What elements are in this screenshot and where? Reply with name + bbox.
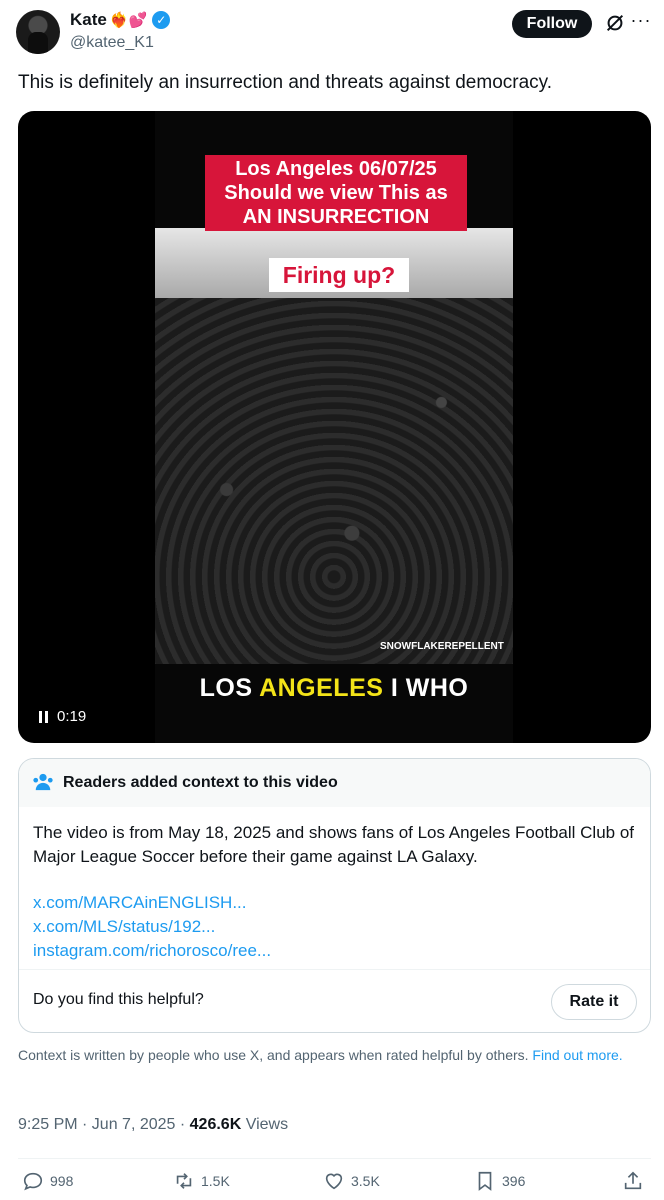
reply-icon [23,1172,43,1191]
views-label: Views [241,1116,289,1133]
bookmark-count: 396 [502,1173,526,1189]
community-note: Readers added context to this video The … [18,758,651,1033]
video-bottom-title-part1: LOS [199,674,253,702]
display-name[interactable]: Kate [70,10,107,30]
tweet-text: This is definitely an insurrection and t… [18,72,553,93]
verified-badge-icon: ✓ [152,11,171,29]
more-options-icon[interactable]: ··· [630,10,652,32]
video-overlay-label: Firing up? [269,258,409,292]
share-icon [624,1171,642,1190]
like-button[interactable]: 3.5K [323,1170,380,1192]
video-bottom-title-part2: ANGELES [259,674,384,702]
follow-button[interactable]: Follow [512,10,592,38]
share-button[interactable] [622,1170,644,1192]
community-note-header: Readers added context to this video [19,759,650,807]
tweet-time[interactable]: 9:25 PM · Jun 7, 2025 · [18,1116,190,1133]
context-text: Context is written by people who use X, … [18,1047,529,1063]
find-out-more-link[interactable]: Find out more. [532,1047,622,1063]
helpful-question: Do you find this helpful? [33,991,204,1008]
repost-count: 1.5K [201,1173,230,1189]
people-icon [33,773,53,791]
video-bottom-title-part3: I WHO [390,674,469,702]
reply-count: 998 [50,1173,74,1189]
video-frame: Los Angeles 06/07/25 Should we view This… [155,111,513,743]
handle[interactable]: @katee_K1 [70,34,154,52]
avatar[interactable] [16,10,60,54]
divider [19,969,650,970]
video-watermark: SNOWFLAKEREPELLENT [380,641,504,652]
video-bottom-title: LOS ANGELES I WHO [155,674,513,703]
name-emojis: ❤️‍🔥💕 [109,12,148,29]
like-count: 3.5K [351,1173,380,1189]
repost-icon [176,1173,192,1189]
divider [18,1158,651,1159]
bookmark-icon [478,1171,492,1191]
reply-button[interactable]: 998 [22,1170,73,1192]
name-row: Kate ❤️‍🔥💕 ✓ [70,10,171,30]
repost-button[interactable]: 1.5K [173,1170,230,1192]
tweet-header: Kate ❤️‍🔥💕 ✓ @katee_K1 Follow ··· [16,8,652,56]
rate-it-button[interactable]: Rate it [551,984,637,1020]
video-player[interactable]: Los Angeles 06/07/25 Should we view This… [18,111,651,743]
community-note-link[interactable]: x.com/MARCAinENGLISH... [33,891,271,915]
community-note-link[interactable]: instagram.com/richorosco/ree... [33,939,271,963]
heart-icon [325,1173,343,1190]
tweet-timestamp: 9:25 PM · Jun 7, 2025 · 426.6K Views [18,1116,288,1134]
community-note-links: x.com/MARCAinENGLISH... x.com/MLS/status… [33,891,271,963]
community-note-body: The video is from May 18, 2025 and shows… [33,823,635,866]
action-bar: 998 1.5K 3.5K 396 [18,1170,651,1198]
context-disclaimer: Context is written by people who use X, … [18,1046,648,1065]
crowd-image [155,228,513,664]
community-note-link[interactable]: x.com/MLS/status/192... [33,915,271,939]
pause-icon[interactable] [39,711,49,723]
grok-icon[interactable] [604,12,626,34]
community-note-title: Readers added context to this video [63,774,338,791]
views-count: 426.6K [189,1116,242,1133]
bookmark-button[interactable]: 396 [474,1170,525,1192]
video-banner-text: Los Angeles 06/07/25 Should we view This… [205,155,467,231]
video-time: 0:19 [57,708,87,725]
